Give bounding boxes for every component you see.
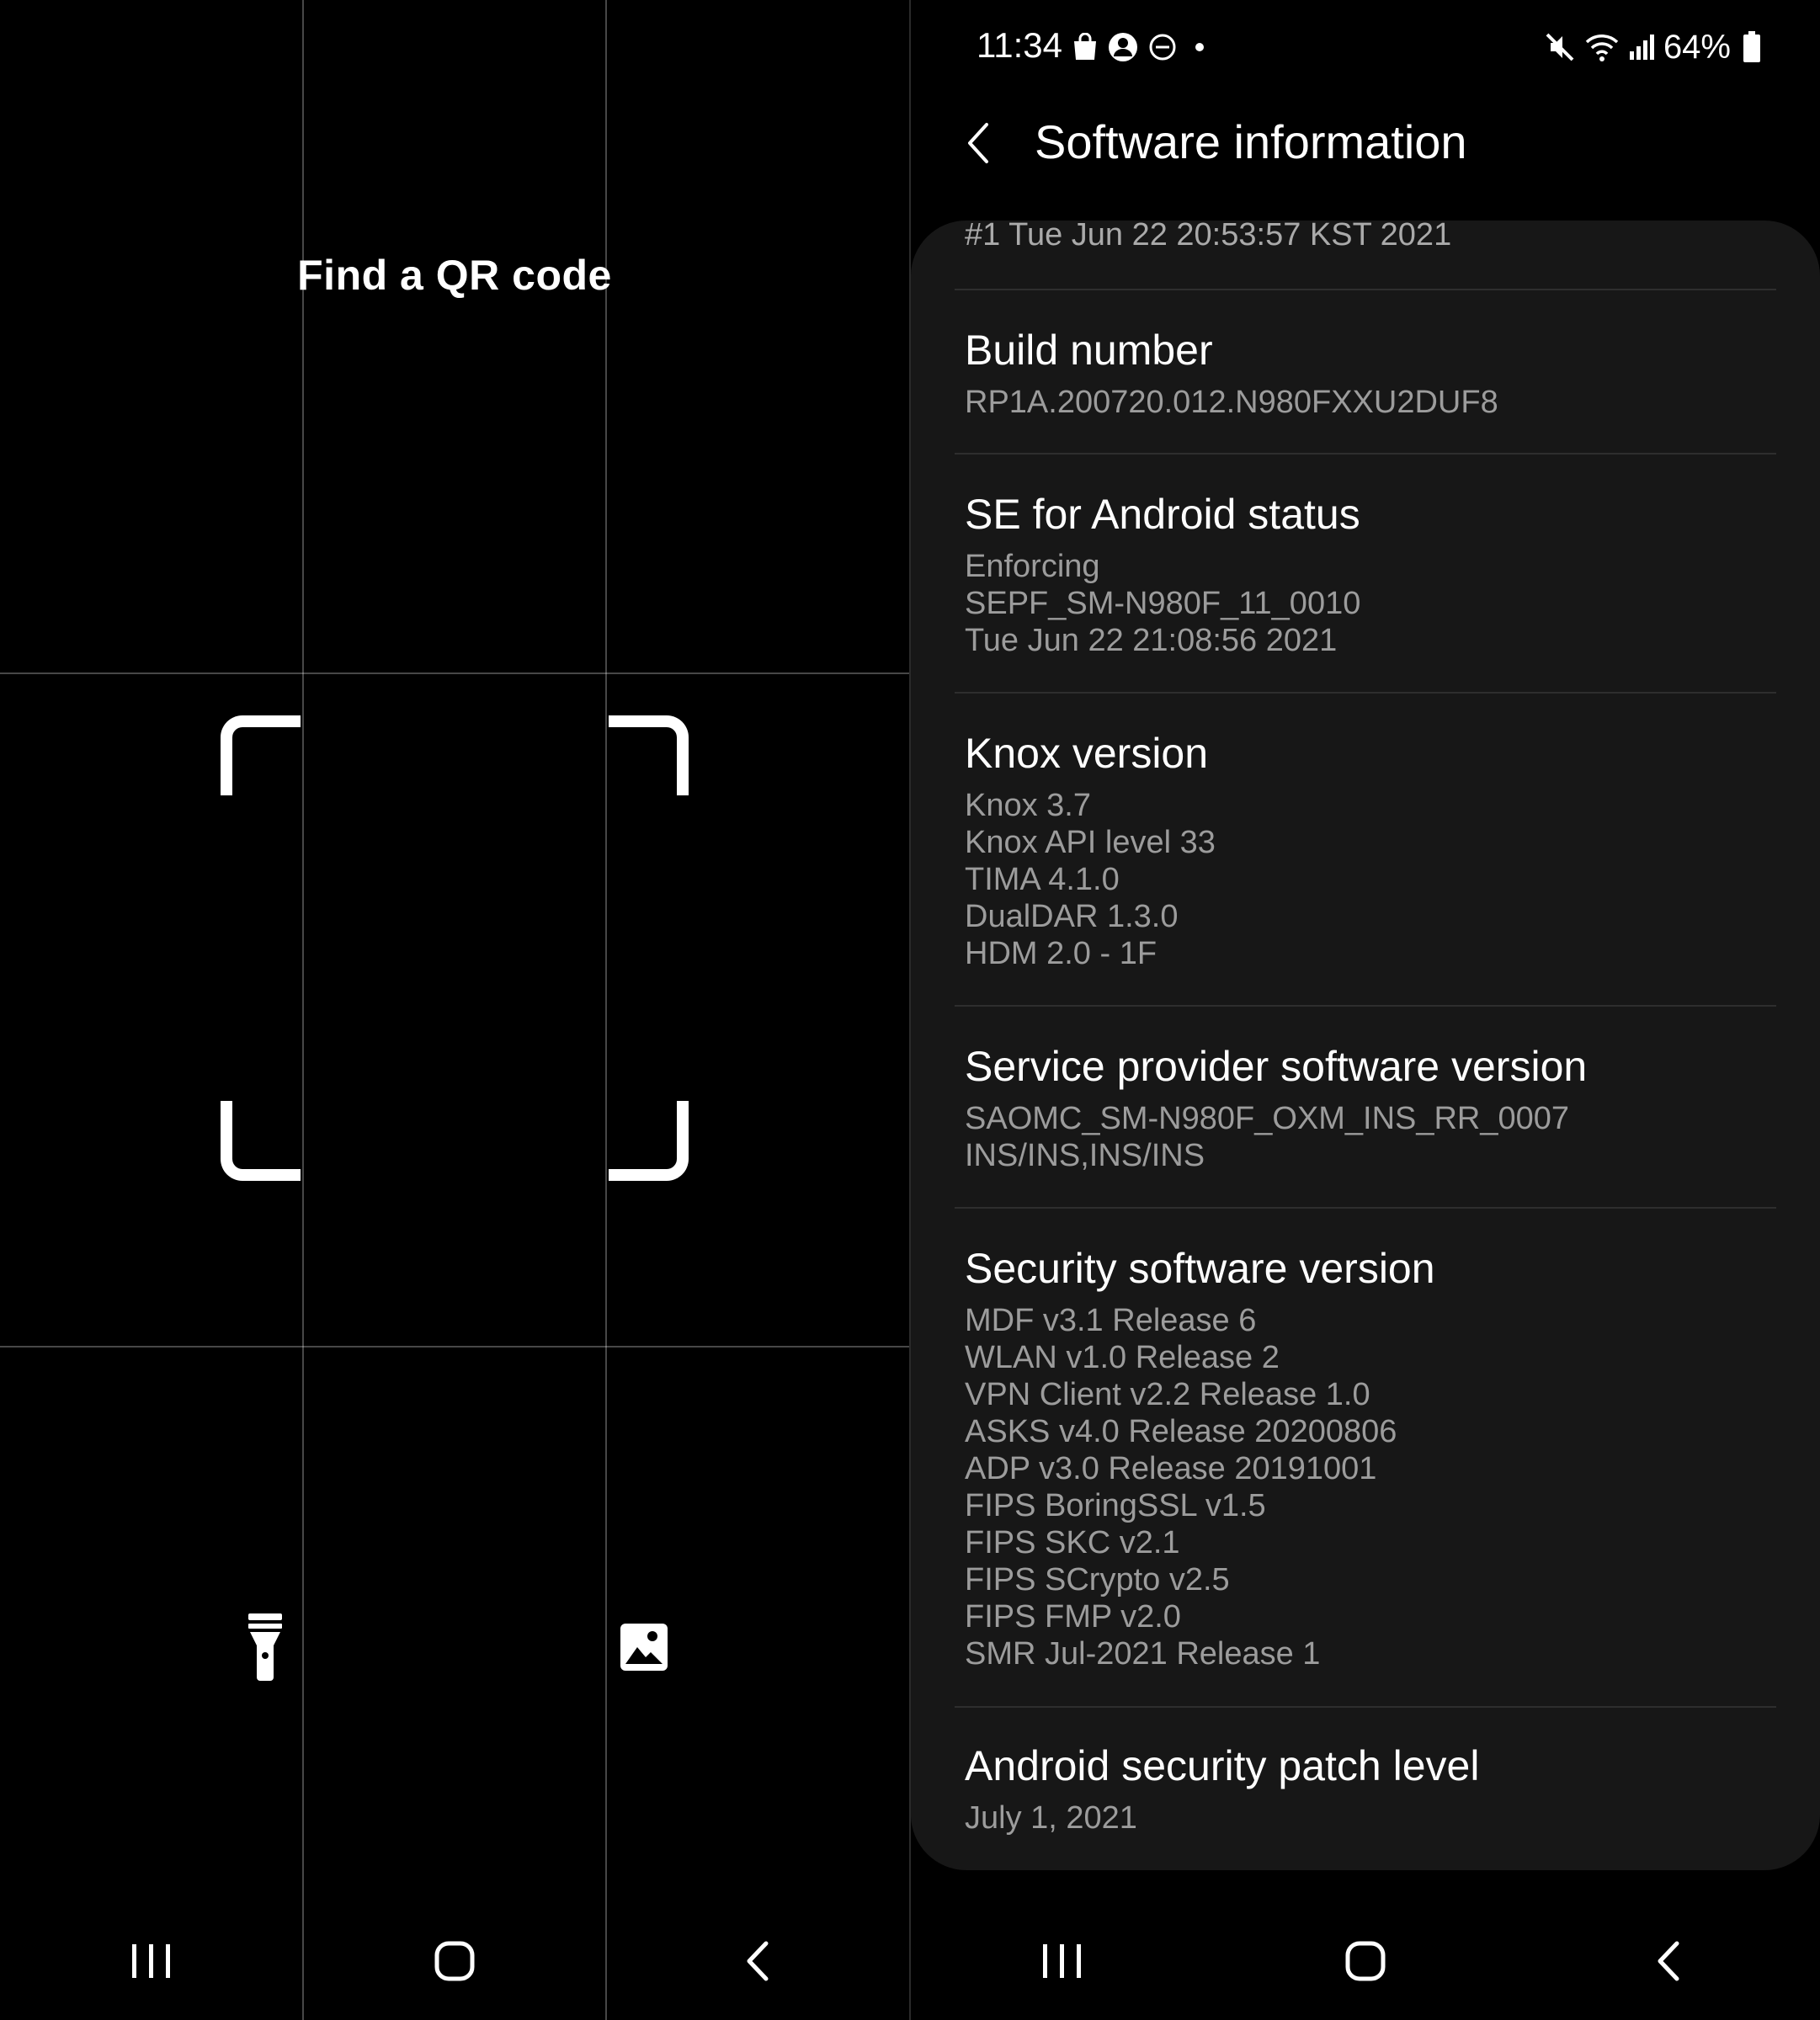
navigation-bar (0, 1902, 909, 2020)
home-icon (1345, 1941, 1386, 1981)
list-item-values: MDF v3.1 Release 6 WLAN v1.0 Release 2 V… (965, 1302, 1773, 1672)
navigation-bar (911, 1902, 1820, 2020)
list-item-title: Knox version (965, 730, 1209, 777)
list-item-values: July 1, 2021 (965, 1799, 1773, 1837)
signal-icon (1629, 35, 1654, 60)
scan-frame-corner-bottom-right (609, 1101, 689, 1181)
account-icon (1109, 33, 1137, 61)
list-item-values: Enforcing SEPF_SM-N980F_11_0010 Tue Jun … (965, 548, 1773, 659)
recent-apps-icon (1043, 1944, 1081, 1978)
list-item-value: July 1, 2021 (965, 1800, 1137, 1836)
scan-frame-corner-top-left (221, 715, 301, 795)
status-time: 11:34 (977, 25, 1062, 65)
list-item-value: Knox 3.7 (965, 788, 1091, 823)
list-item-values: RP1A.200720.012.N980FXXU2DUF8 (965, 384, 1773, 421)
dot-icon (1195, 43, 1204, 51)
recent-apps-icon (132, 1944, 170, 1978)
list-divider (955, 1706, 1776, 1708)
list-item-value: Knox API level 33 (965, 825, 1216, 860)
list-item-build-number[interactable]: Build number RP1A.200720.012.N980FXXU2DU… (965, 325, 1773, 421)
list-item-value: ADP v3.0 Release 20191001 (965, 1451, 1377, 1486)
list-item-value: DualDAR 1.3.0 (965, 899, 1179, 934)
qr-scanner-pane: Find a QR code (0, 0, 909, 2020)
list-item-title: SE for Android status (965, 491, 1360, 538)
settings-card: #1 Tue Jun 22 20:53:57 KST 2021 Build nu… (911, 221, 1820, 1870)
list-item-value: Enforcing (965, 549, 1100, 584)
wifi-icon (1585, 35, 1619, 61)
battery-percentage: 64% (1663, 28, 1731, 66)
grid-line (0, 1346, 909, 1348)
back-icon (747, 1941, 769, 1981)
list-item-title: Android security patch level (965, 1742, 1480, 1789)
list-item-value: HDM 2.0 - 1F (965, 936, 1157, 971)
grid-line (605, 0, 607, 2020)
list-item-value: WLAN v1.0 Release 2 (965, 1340, 1280, 1375)
list-divider (955, 1005, 1776, 1007)
list-item-knox-version[interactable]: Knox version Knox 3.7 Knox API level 33 … (965, 728, 1773, 972)
list-item-value: VPN Client v2.2 Release 1.0 (965, 1377, 1370, 1412)
list-item-se-android-status[interactable]: SE for Android status Enforcing SEPF_SM-… (965, 489, 1773, 659)
back-button[interactable] (1618, 1911, 1719, 2012)
list-item-value: SMR Jul-2021 Release 1 (965, 1636, 1321, 1672)
kernel-version-value: #1 Tue Jun 22 20:53:57 KST 2021 (965, 221, 1452, 252)
grid-line (0, 672, 909, 674)
recent-apps-button[interactable] (101, 1911, 202, 2012)
list-item-security-software-version[interactable]: Security software version MDF v3.1 Relea… (965, 1243, 1773, 1672)
list-item-title: Service provider software version (965, 1043, 1588, 1090)
list-item-value: SAOMC_SM-N980F_OXM_INS_RR_0007 (965, 1101, 1570, 1136)
home-button[interactable] (1315, 1911, 1416, 2012)
list-divider (955, 453, 1776, 454)
do-not-disturb-icon (1149, 34, 1176, 61)
gallery-button[interactable] (581, 1584, 707, 1710)
list-item-value: FIPS SKC v2.1 (965, 1525, 1180, 1560)
app-bar: Software information (911, 101, 1820, 185)
status-bar: 11:34 64% (911, 0, 1820, 93)
list-divider (955, 1207, 1776, 1209)
list-item-value: SEPF_SM-N980F_11_0010 (965, 586, 1361, 621)
mute-icon (1546, 33, 1574, 61)
flashlight-button[interactable] (202, 1584, 328, 1710)
back-icon (1658, 1941, 1679, 1981)
chevron-left-icon (968, 123, 988, 163)
home-icon (434, 1941, 475, 1981)
list-item-value: Tue Jun 22 21:08:56 2021 (965, 623, 1338, 658)
list-item-value: FIPS BoringSSL v1.5 (965, 1488, 1266, 1523)
status-icons-right: 64% (1544, 27, 1761, 67)
list-item-value: FIPS SCrypto v2.5 (965, 1562, 1230, 1597)
list-item-values: SAOMC_SM-N980F_OXM_INS_RR_0007 INS/INS,I… (965, 1100, 1773, 1174)
settings-pane: 11:34 64% Software information #1 Tue Ju… (911, 0, 1820, 2020)
grid-line (302, 0, 304, 2020)
list-item-security-patch-level[interactable]: Android security patch level July 1, 202… (965, 1741, 1773, 1837)
shopping-bag-icon (1074, 33, 1096, 60)
status-icons-left (1072, 27, 1212, 67)
scan-frame-corner-top-right (609, 715, 689, 795)
list-item-title: Security software version (965, 1245, 1435, 1292)
recent-apps-button[interactable] (1012, 1911, 1113, 2012)
image-gallery-icon (620, 1624, 668, 1671)
list-item-value: TIMA 4.1.0 (965, 862, 1120, 897)
list-item-title: Build number (965, 327, 1213, 374)
list-item-value: MDF v3.1 Release 6 (965, 1303, 1257, 1338)
home-button[interactable] (404, 1911, 505, 2012)
qr-title: Find a QR code (297, 252, 612, 299)
flashlight-icon (248, 1613, 282, 1681)
back-button[interactable] (707, 1911, 808, 2012)
list-divider (955, 289, 1776, 290)
page-title: Software information (1035, 115, 1467, 168)
list-item-value: RP1A.200720.012.N980FXXU2DUF8 (965, 385, 1498, 420)
scan-frame-corner-bottom-left (221, 1101, 301, 1181)
list-item-value: FIPS FMP v2.0 (965, 1599, 1181, 1635)
battery-icon (1743, 31, 1760, 62)
navigate-back-button[interactable] (945, 109, 1012, 177)
list-divider (955, 692, 1776, 694)
list-item-value: INS/INS,INS/INS (965, 1138, 1205, 1173)
list-item-value: ASKS v4.0 Release 20200806 (965, 1414, 1397, 1449)
list-item-service-provider-version[interactable]: Service provider software version SAOMC_… (965, 1041, 1773, 1174)
list-item-values: Knox 3.7 Knox API level 33 TIMA 4.1.0 Du… (965, 787, 1773, 972)
